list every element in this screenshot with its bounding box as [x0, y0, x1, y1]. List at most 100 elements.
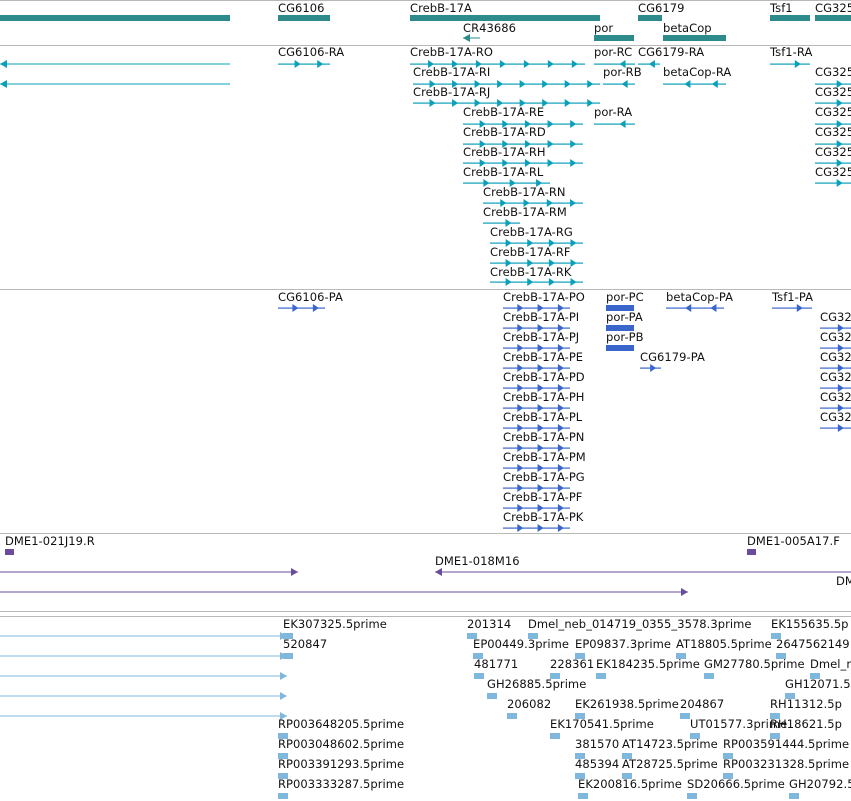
- protein-label: CrebB-17A-PE: [503, 350, 584, 364]
- est-label: EK261938.5prime: [575, 697, 679, 711]
- protein-label: CG32: [820, 330, 851, 344]
- transcript-glyph[interactable]: [815, 178, 851, 188]
- transcript-label: CrebB-17A-RF: [490, 245, 571, 259]
- est-label: RP003391293.5prime: [278, 757, 405, 771]
- est-label: RP003333287.5prime: [278, 777, 405, 791]
- protein-label: CG32: [820, 390, 851, 404]
- transcript-label: por-RB: [603, 65, 642, 79]
- protein-glyph[interactable]: [640, 363, 661, 373]
- gene-glyph[interactable]: [0, 13, 230, 23]
- est-glyph[interactable]: [0, 631, 287, 641]
- est-label: EK170541.5prime: [550, 717, 654, 731]
- est-glyph[interactable]: [283, 651, 293, 661]
- est-glyph[interactable]: [507, 711, 517, 721]
- protein-glyph[interactable]: [820, 423, 851, 433]
- transcript-label: CG6179-RA: [638, 45, 705, 59]
- est-glyph[interactable]: [704, 671, 714, 681]
- bac-clone-label: DME1-021J19.R: [5, 534, 95, 548]
- transcript-label: CrebB-17A-RG: [490, 225, 573, 239]
- transcript-glyph[interactable]: [594, 119, 635, 129]
- est-label: GH20792.5: [789, 777, 851, 791]
- transcript-glyph[interactable]: [770, 59, 810, 69]
- bac-clone-label: DME1-005A17.F: [747, 534, 840, 548]
- protein-glyph[interactable]: [606, 343, 634, 353]
- est-glyph[interactable]: [474, 671, 484, 681]
- transcript-glyph[interactable]: [0, 79, 230, 89]
- transcript-label: CG6106-RA: [278, 45, 345, 59]
- transcript-glyph[interactable]: [663, 79, 726, 89]
- transcript-label: CrebB-17A-RL: [463, 165, 544, 179]
- est-glyph[interactable]: [596, 671, 606, 681]
- protein-glyph[interactable]: [503, 523, 570, 533]
- est-label: AT14723.5prime: [622, 737, 718, 751]
- protein-label: CG32: [820, 310, 851, 324]
- est-label: EK155635.5p: [771, 617, 849, 631]
- est-label: 201314: [467, 617, 512, 631]
- transcript-label: por-RC: [594, 45, 633, 59]
- est-label: RP003591444.5prime: [723, 737, 850, 751]
- est-label: EP09837.3prime: [575, 637, 671, 651]
- gene-label: Tsf1: [770, 1, 793, 15]
- transcript-label: CG325: [815, 65, 851, 79]
- gene-label: CG6179: [638, 1, 685, 15]
- track-divider: [0, 533, 851, 534]
- protein-label: CrebB-17A-PD: [503, 370, 585, 384]
- est-glyph[interactable]: [789, 791, 799, 801]
- bac-clone-glyph[interactable]: [435, 567, 851, 577]
- transcript-label: CG325: [815, 165, 851, 179]
- protein-glyph[interactable]: [666, 303, 724, 313]
- est-label: RP003648205.5prime: [278, 717, 405, 731]
- transcript-glyph[interactable]: [0, 59, 230, 69]
- protein-label: CrebB-17A-PK: [503, 510, 584, 524]
- protein-label: CrebB-17A-PJ: [503, 330, 580, 344]
- transcript-label: CrebB-17A-RD: [463, 125, 546, 139]
- protein-label: CrebB-17A-PO: [503, 290, 585, 304]
- track-divider: [0, 611, 851, 612]
- transcript-glyph[interactable]: [278, 59, 330, 69]
- bac-clone-glyph[interactable]: [0, 567, 298, 577]
- protein-glyph[interactable]: [772, 303, 812, 313]
- est-label: AT18805.5prime: [676, 637, 772, 651]
- est-label: 228361: [550, 657, 595, 671]
- est-glyph[interactable]: [687, 791, 697, 801]
- gene-label: por: [594, 21, 614, 35]
- est-label: SD20666.5prime: [687, 777, 785, 791]
- est-label: 485394: [575, 757, 620, 771]
- protein-label: CrebB-17A-PG: [503, 470, 585, 484]
- protein-label: CrebB-17A-PL: [503, 410, 583, 424]
- protein-label: CrebB-17A-PN: [503, 430, 585, 444]
- protein-label: betaCop-PA: [666, 290, 734, 304]
- gene-label: CG325: [815, 1, 851, 15]
- est-glyph[interactable]: [487, 691, 497, 701]
- transcript-label: CrebB-17A-RH: [463, 145, 546, 159]
- bac-clone-glyph[interactable]: [0, 587, 688, 597]
- transcript-label: CrebB-17A-RO: [410, 45, 493, 59]
- est-glyph[interactable]: [680, 711, 690, 721]
- protein-label: CG32: [820, 370, 851, 384]
- bac-clone-glyph[interactable]: [747, 547, 756, 557]
- est-glyph[interactable]: [0, 671, 287, 681]
- est-label: 520847: [283, 637, 328, 651]
- est-glyph[interactable]: [578, 791, 588, 801]
- gene-label: betaCop: [663, 21, 712, 35]
- transcript-glyph[interactable]: [603, 79, 635, 89]
- transcript-label: Tsf1-RA: [770, 45, 813, 59]
- transcript-label: CrebB-17A-RE: [463, 105, 545, 119]
- est-label: GM27780.5prime: [704, 657, 805, 671]
- transcript-label: CrebB-17A-RN: [483, 185, 566, 199]
- est-glyph[interactable]: [278, 791, 288, 801]
- est-label: Dmel_neb_014719_0355_3578.3prime: [528, 617, 752, 631]
- transcript-label: betaCop-RA: [663, 65, 732, 79]
- est-glyph[interactable]: [0, 711, 287, 721]
- protein-label: CG6106-PA: [278, 290, 343, 304]
- est-glyph[interactable]: [0, 651, 287, 661]
- bac-clone-glyph[interactable]: [5, 547, 14, 557]
- protein-label: CG6179-PA: [640, 350, 705, 364]
- transcript-label: por-RA: [594, 105, 633, 119]
- protein-glyph[interactable]: [278, 303, 325, 313]
- transcript-label: CG325: [815, 85, 851, 99]
- est-glyph[interactable]: [550, 731, 560, 741]
- est-label: RP003231328.5prime: [723, 757, 850, 771]
- est-glyph[interactable]: [0, 691, 287, 701]
- est-label: 206082: [507, 697, 552, 711]
